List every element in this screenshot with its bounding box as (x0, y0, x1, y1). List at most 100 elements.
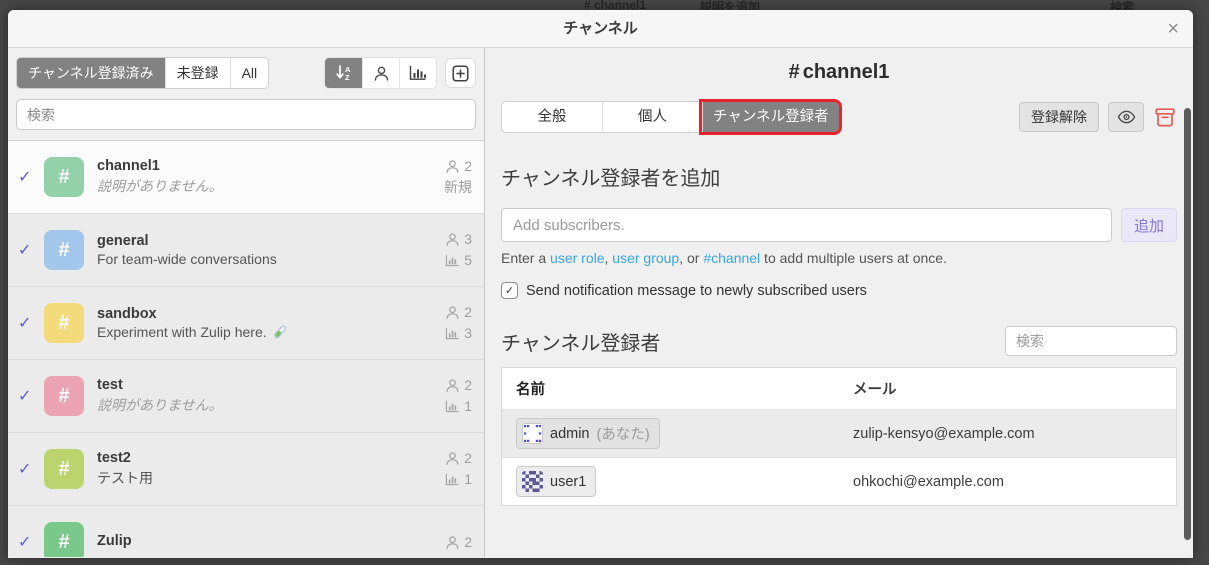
subscribers-heading: チャンネル登録者 (501, 332, 661, 355)
channel-name: channel1 (97, 158, 160, 174)
channel-description: 説明がありません。 (97, 397, 223, 413)
subscribed-check-icon: ✓ (18, 461, 32, 478)
channel-name: test2 (97, 450, 131, 466)
channel-name: general (97, 233, 149, 249)
channel-color-hash-icon: # (44, 230, 84, 270)
close-icon[interactable]: × (1167, 10, 1179, 48)
subscriber-count: 2 (464, 158, 472, 174)
subscribers-table: 名前 メール admin (あなた) zulip-kensyo@example.… (501, 367, 1177, 506)
channel-color-hash-icon: # (44, 449, 84, 489)
subscriber-email: zulip-kensyo@example.com (853, 425, 1035, 442)
add-subscribers-input[interactable] (501, 208, 1112, 242)
channel-row-test[interactable]: ✓ # test 説明がありません。 2 1 (8, 360, 484, 433)
channel-detail-title: # channel1 (788, 61, 890, 83)
subscriber-email: ohkochi@example.com (853, 473, 1004, 490)
channels-modal: チャンネル × チャンネル登録済み 未登録 All AZ 検索 ✓ # chan… (8, 10, 1193, 558)
subscribed-check-icon: ✓ (18, 315, 32, 332)
channel-description: For team-wide conversations (97, 251, 277, 267)
channel-description: テスト用 (97, 470, 153, 486)
subscribed-check-icon: ✓ (18, 388, 32, 405)
test-tube-emoji (273, 325, 286, 339)
hash-icon: # (788, 61, 800, 83)
checkbox-label: Send notification message to newly subsc… (526, 282, 867, 299)
sort-subscribers-user-icon[interactable] (362, 58, 399, 88)
channel-description: Experiment with Zulip here. (97, 324, 445, 340)
new-badge: 新規 (444, 179, 472, 195)
modal-title: チャンネル (563, 20, 638, 37)
channel-name: sandbox (97, 306, 157, 322)
channel-color-hash-icon: # (44, 303, 84, 343)
tab-general[interactable]: 全般 (502, 102, 602, 132)
subscriber-count: 2 (464, 533, 472, 550)
you-label: (あなた) (596, 427, 650, 443)
traffic-count: 1 (464, 398, 472, 414)
subscriber-name: admin (550, 425, 590, 442)
bar-chart-icon (446, 400, 459, 413)
create-channel-plus-icon[interactable] (445, 58, 476, 88)
subscriber-name: user1 (550, 473, 587, 490)
channel-search-input[interactable] (16, 99, 476, 130)
user-icon (446, 306, 459, 319)
tab-personal[interactable]: 個人 (602, 102, 702, 132)
checkbox-checked-icon[interactable]: ✓ (501, 282, 518, 299)
table-row: admin (あなた) zulip-kensyo@example.com (502, 410, 1176, 458)
channel-row-channel1[interactable]: ✓ # channel1 説明がありません。 2 新規 (8, 141, 484, 214)
add-subscribers-hint: Enter a user role, user group, or #chann… (501, 250, 947, 266)
sort-az-icon[interactable]: AZ (325, 58, 362, 88)
channel-color-hash-icon: # (44, 522, 84, 557)
user-group-link[interactable]: user group (612, 250, 679, 266)
user-icon (446, 452, 459, 465)
user-icon (446, 233, 459, 246)
channel-row-general[interactable]: ✓ # general For team-wide conversations … (8, 214, 484, 287)
channel-color-hash-icon: # (44, 157, 84, 197)
unsubscribe-button[interactable]: 登録解除 (1019, 102, 1099, 132)
channel-name: Zulip (97, 533, 132, 549)
subscriber-count: 2 (464, 450, 472, 466)
archive-icon[interactable] (1153, 107, 1177, 127)
subscriber-search-input[interactable] (1005, 326, 1177, 356)
channel-description: 説明がありません。 (97, 178, 223, 194)
avatar-broken-image (522, 423, 543, 444)
avatar-identicon (522, 471, 543, 492)
subscriber-count: 2 (464, 304, 472, 320)
add-button[interactable]: 追加 (1120, 208, 1177, 242)
user-role-link[interactable]: user role (550, 250, 604, 266)
modal-header: チャンネル × (8, 10, 1193, 48)
add-subscribers-heading: チャンネル登録者を追加 (501, 168, 721, 190)
channel-row-sandbox[interactable]: ✓ # sandbox Experiment with Zulip here. … (8, 287, 484, 360)
table-header-row: 名前 メール (502, 368, 1176, 410)
name-column-header: 名前 (516, 382, 545, 398)
tab-subscribers[interactable]: チャンネル登録者 (699, 99, 842, 135)
email-column-header: メール (853, 382, 897, 398)
detail-tab-group: 全般 個人 チャンネル登録者 (501, 99, 842, 135)
eye-icon[interactable] (1108, 102, 1144, 132)
subscriber-count: 3 (464, 231, 472, 247)
table-row: user1 ohkochi@example.com (502, 458, 1176, 505)
subscribed-check-icon: ✓ (18, 242, 32, 259)
send-notification-checkbox-row[interactable]: ✓ Send notification message to newly sub… (501, 282, 1177, 299)
channel-list: ✓ # channel1 説明がありません。 2 新規 ✓ # general … (8, 140, 484, 557)
traffic-count: 1 (464, 471, 472, 487)
bar-chart-icon (446, 327, 459, 340)
user-chip-admin[interactable]: admin (あなた) (516, 418, 660, 449)
filter-unsubscribed[interactable]: 未登録 (164, 58, 230, 88)
user-icon (446, 160, 459, 173)
filter-subscribed[interactable]: チャンネル登録済み (17, 58, 165, 88)
channel-link[interactable]: #channel (703, 250, 760, 266)
channel-row-zulip[interactable]: ✓ # Zulip 2 (8, 506, 484, 557)
channel-row-test2[interactable]: ✓ # test2 テスト用 2 1 (8, 433, 484, 506)
bar-chart-icon (446, 473, 459, 486)
filter-all[interactable]: All (229, 58, 269, 88)
svg-text:Z: Z (345, 73, 350, 82)
sort-traffic-chart-icon[interactable] (399, 58, 436, 88)
channel-name: test (97, 377, 123, 393)
subscribed-check-icon: ✓ (18, 534, 32, 551)
sort-icon-group: AZ (324, 57, 437, 89)
traffic-count: 3 (464, 325, 472, 341)
user-icon (446, 535, 459, 549)
scrollbar-thumb[interactable] (1184, 108, 1191, 540)
channel-list-panel: チャンネル登録済み 未登録 All AZ 検索 ✓ # channel1 説明が… (8, 48, 485, 557)
user-icon (446, 379, 459, 392)
traffic-count: 5 (464, 252, 472, 268)
user-chip-user1[interactable]: user1 (516, 466, 597, 497)
